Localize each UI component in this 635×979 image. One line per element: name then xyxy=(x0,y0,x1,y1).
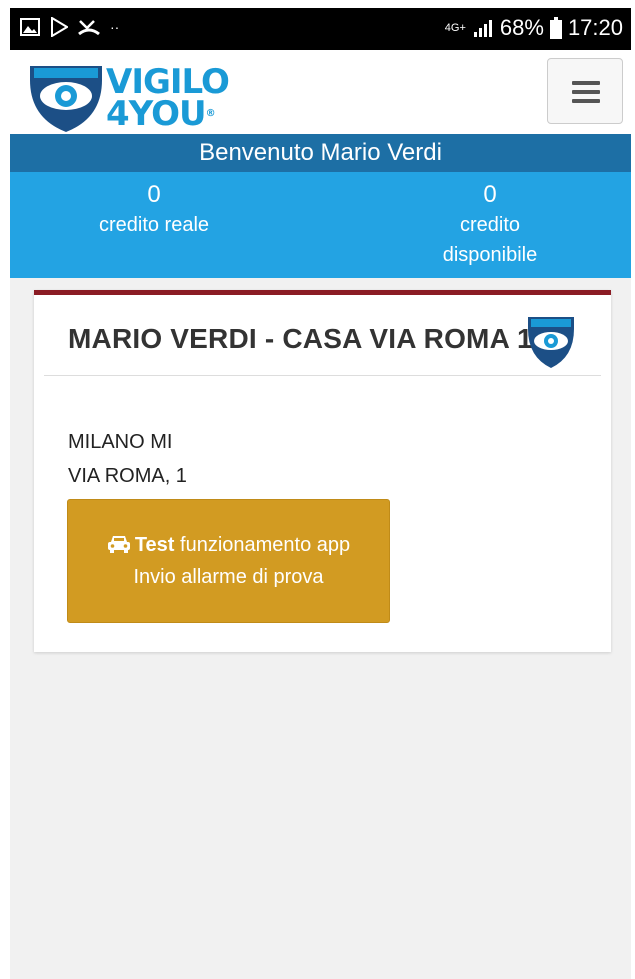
battery-percent: 68% xyxy=(499,15,544,40)
property-card: MARIO VERDI - CASA VIA ROMA 1 MILANO MI … xyxy=(34,290,611,652)
clock: 17:20 xyxy=(567,15,623,40)
welcome-banner: Benvenuto Mario Verdi xyxy=(10,134,631,172)
credit-available-value: 0 xyxy=(483,181,497,208)
more-notifications-icon: ·· xyxy=(110,19,120,35)
address-street: VIA ROMA, 1 xyxy=(68,465,187,487)
property-title[interactable]: MARIO VERDI - CASA VIA ROMA 1 xyxy=(68,323,533,355)
test-button-bold: Test xyxy=(134,534,175,556)
credit-real-label: credito reale xyxy=(98,214,210,236)
credits-bar: 0 credito reale 0 credito disponibile xyxy=(10,172,631,278)
credit-available-label-1: credito xyxy=(459,214,521,236)
status-bar: ·· 4G+ 68% 17:20 xyxy=(10,8,631,50)
test-button-line1: Test funzionamento app xyxy=(68,534,389,557)
top-navbar: VIGILO 4YOU® xyxy=(10,50,631,142)
test-alarm-button[interactable]: Test funzionamento app Invio allarme di … xyxy=(67,499,390,623)
status-indicators: 4G+ 68% 17:20 xyxy=(445,15,623,41)
shield-eye-icon xyxy=(528,317,574,368)
address-city: MILANO MI xyxy=(68,431,173,453)
shield-eye-icon xyxy=(30,66,102,132)
hamburger-menu-button[interactable] xyxy=(547,58,623,124)
missed-call-icon xyxy=(78,20,100,36)
divider xyxy=(44,375,601,376)
hamburger-icon-bar xyxy=(572,90,600,94)
registered-mark: ® xyxy=(205,108,216,119)
hamburger-icon-bar xyxy=(572,99,600,103)
logo-line-2-wrap: 4YOU® xyxy=(106,97,229,131)
network-type: 4G+ xyxy=(444,22,466,34)
hamburger-icon xyxy=(572,81,600,85)
credit-available-label-2: disponibile xyxy=(442,244,538,266)
gallery-icon xyxy=(20,18,40,36)
credit-available: 0 credito disponibile xyxy=(390,180,590,270)
signal-icon xyxy=(473,20,492,37)
notification-icons: ·· xyxy=(20,17,119,37)
battery-icon xyxy=(549,17,562,39)
play-store-icon xyxy=(51,17,68,37)
logo-text: VIGILO 4YOU® xyxy=(106,65,230,131)
logo-line-2: 4YOU xyxy=(106,94,207,134)
vigilo4you-logo[interactable]: VIGILO 4YOU® xyxy=(30,60,260,134)
test-button-subtext: Invio allarme di prova xyxy=(133,566,324,588)
car-icon xyxy=(107,536,130,553)
test-button-text: funzionamento app xyxy=(174,534,351,556)
credit-real: 0 credito reale xyxy=(54,180,254,240)
app-screen: ·· 4G+ 68% 17:20 VIGILO 4YOU® Benvenuto … xyxy=(10,8,631,979)
credit-real-value: 0 xyxy=(147,181,161,208)
